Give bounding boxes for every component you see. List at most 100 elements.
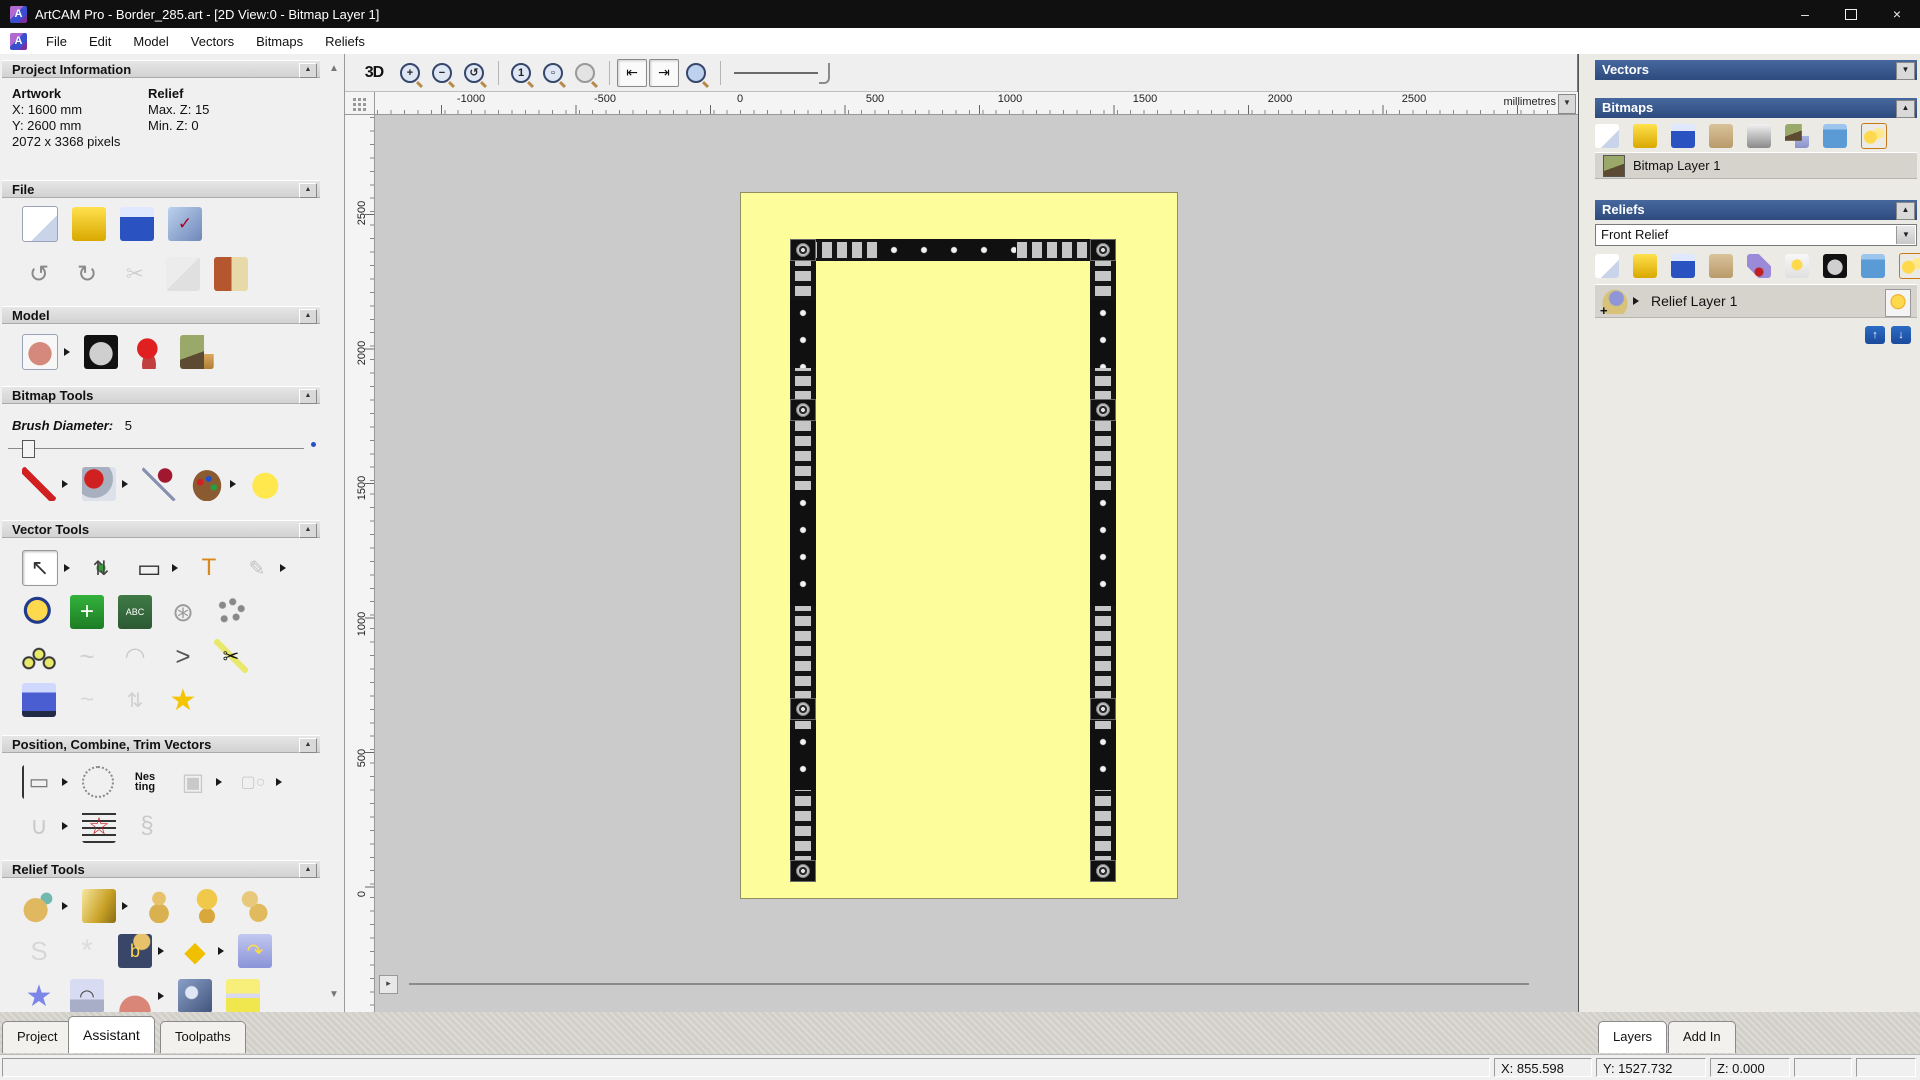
relief-visibility-icon[interactable] xyxy=(1785,254,1809,278)
fade-bitmap-icon[interactable] xyxy=(1747,124,1771,148)
star-relief-icon[interactable]: ★ xyxy=(22,979,56,1013)
chevron-down-icon[interactable]: ▼ xyxy=(1896,226,1915,244)
render-model-icon[interactable] xyxy=(132,335,166,369)
paint-brush-icon[interactable] xyxy=(22,467,56,501)
slider-handle[interactable] xyxy=(22,440,35,458)
create-text-icon[interactable]: T xyxy=(192,551,226,585)
tab-layers[interactable]: Layers xyxy=(1598,1021,1668,1053)
slider-track[interactable] xyxy=(8,448,304,449)
open-bitmap-icon[interactable] xyxy=(1633,124,1657,148)
create-rectangle-icon[interactable]: ▭ xyxy=(132,551,166,585)
tab-assistant[interactable]: Assistant xyxy=(68,1016,155,1053)
colour-palette-icon[interactable] xyxy=(190,467,224,501)
turn-profile-icon[interactable] xyxy=(118,979,152,1012)
flyout-arrow-icon[interactable] xyxy=(158,992,168,1000)
save-model-icon[interactable] xyxy=(120,207,154,241)
paste-icon[interactable] xyxy=(214,257,248,291)
paste-along-curve-icon[interactable]: ABC xyxy=(118,595,152,629)
options-icon[interactable]: ✓ xyxy=(168,207,202,241)
collapse-icon[interactable]: ▲ xyxy=(299,863,317,878)
scroll-down-icon[interactable]: ▼ xyxy=(327,988,341,1002)
menu-vectors[interactable]: Vectors xyxy=(180,28,245,54)
import-relief-icon[interactable] xyxy=(1709,254,1733,278)
collapse-icon[interactable]: ▲ xyxy=(299,738,317,753)
tab-toolpaths[interactable]: Toolpaths xyxy=(160,1021,246,1053)
open-relief-icon[interactable] xyxy=(1633,254,1657,278)
opacity-slider-track[interactable] xyxy=(734,71,818,74)
select-vectors-icon[interactable]: ↖ xyxy=(22,550,58,586)
free-sketch-icon[interactable]: ~ xyxy=(70,639,104,673)
hscroll-track[interactable] xyxy=(409,983,1529,985)
maximize-button[interactable] xyxy=(1828,0,1874,28)
weld-vectors-icon[interactable]: ▢○ xyxy=(236,765,270,799)
delete-bitmap-icon[interactable] xyxy=(1823,124,1847,148)
flyout-arrow-icon[interactable] xyxy=(122,480,132,488)
measure-icon[interactable] xyxy=(22,595,56,629)
import-bitmap-icon[interactable] xyxy=(1709,124,1733,148)
collapse-icon[interactable]: ▲ xyxy=(299,389,317,404)
assistant-scrollbar[interactable]: ▲ ▼ xyxy=(327,62,341,1002)
minimize-button[interactable]: – xyxy=(1782,0,1828,28)
ruler-unit-dropdown[interactable]: ▼ xyxy=(1558,94,1576,114)
menu-edit[interactable]: Edit xyxy=(78,28,122,54)
redo-icon[interactable]: ↻ xyxy=(70,257,104,291)
nesting-icon[interactable]: Nes ting xyxy=(128,765,162,799)
collapse-icon[interactable]: ▲ xyxy=(1896,100,1915,118)
flyout-arrow-icon[interactable] xyxy=(276,778,286,786)
create-shape-icon[interactable]: + xyxy=(70,595,104,629)
menu-bitmaps[interactable]: Bitmaps xyxy=(245,28,314,54)
trim-vectors-icon[interactable]: ∪ xyxy=(22,809,56,843)
collapse-icon[interactable]: ▲ xyxy=(299,183,317,198)
mushroom-shape-icon[interactable] xyxy=(190,889,224,923)
collapse-icon[interactable]: ▲ xyxy=(1896,202,1915,220)
bitmap-layer-name[interactable]: Bitmap Layer 1 xyxy=(1633,158,1720,173)
zoom-out-button[interactable]: − xyxy=(427,59,457,87)
envelope-distort-icon[interactable]: ⊛ xyxy=(166,595,200,629)
canvas-viewport[interactable]: ▸ xyxy=(375,115,1578,1012)
save-bitmap-icon[interactable] xyxy=(1671,124,1695,148)
flyout-arrow-icon[interactable] xyxy=(280,564,290,572)
bitmap-layer-row[interactable]: Bitmap Layer 1 xyxy=(1595,152,1917,179)
new-relief-icon[interactable] xyxy=(1595,254,1619,278)
set-model-size-icon[interactable] xyxy=(22,334,58,370)
flyout-arrow-icon[interactable] xyxy=(158,947,168,955)
wrap-relief-icon[interactable]: ↷ xyxy=(238,934,272,968)
tab-project[interactable]: Project xyxy=(2,1021,73,1053)
tab-add-in[interactable]: Add In xyxy=(1668,1021,1736,1053)
expand-icon[interactable]: ▼ xyxy=(1896,62,1915,80)
calculate-relief-icon[interactable] xyxy=(22,889,56,923)
extrude-profile-icon[interactable]: ◠ xyxy=(70,979,104,1012)
greyscale-model-icon[interactable] xyxy=(84,335,118,369)
relief-from-image-icon[interactable]: b xyxy=(118,934,152,968)
brush-diameter-slider[interactable] xyxy=(8,440,334,458)
view-3d-button[interactable]: 3D xyxy=(355,59,393,87)
arc-editing-icon[interactable]: ◠ xyxy=(118,639,152,673)
transform-vectors-icon[interactable]: ⇅ xyxy=(84,551,118,585)
transfer-to-3d-button[interactable]: ⇥ xyxy=(649,58,679,87)
open-model-icon[interactable] xyxy=(72,207,106,241)
texture-relief-icon[interactable] xyxy=(178,979,212,1012)
preview-button[interactable] xyxy=(681,59,711,87)
layer-visibility-icon[interactable] xyxy=(1885,289,1911,317)
zoom-previous-button[interactable]: ↺ xyxy=(459,59,489,87)
zoom-object-button[interactable] xyxy=(570,59,600,87)
new-bitmap-icon[interactable] xyxy=(1595,124,1619,148)
flyout-arrow-icon[interactable] xyxy=(122,902,132,910)
flyout-arrow-icon[interactable] xyxy=(62,480,72,488)
new-model-icon[interactable] xyxy=(22,206,58,242)
group-vectors-icon[interactable]: ▣ xyxy=(176,765,210,799)
undo-icon[interactable]: ↺ xyxy=(22,257,56,291)
cut-vectors-icon[interactable]: ✂ xyxy=(214,639,248,673)
vector-texture-icon[interactable]: ☆ xyxy=(82,809,116,843)
edit-bitmap-icon[interactable] xyxy=(180,335,214,369)
spiral-icon[interactable]: § xyxy=(130,809,164,843)
star-vector-icon[interactable]: ★ xyxy=(166,683,200,717)
zoom-in-button[interactable]: + xyxy=(395,59,425,87)
extrude-vector-icon[interactable] xyxy=(22,683,56,717)
merge-relief-icon[interactable] xyxy=(1747,254,1771,278)
align-vectors-icon[interactable]: ▭ xyxy=(22,765,56,799)
vector-doctor-icon[interactable]: ✎ xyxy=(240,551,274,585)
flyout-arrow-icon[interactable] xyxy=(218,947,228,955)
copy-relief-icon[interactable] xyxy=(238,889,272,923)
menu-file[interactable]: File xyxy=(35,28,78,54)
